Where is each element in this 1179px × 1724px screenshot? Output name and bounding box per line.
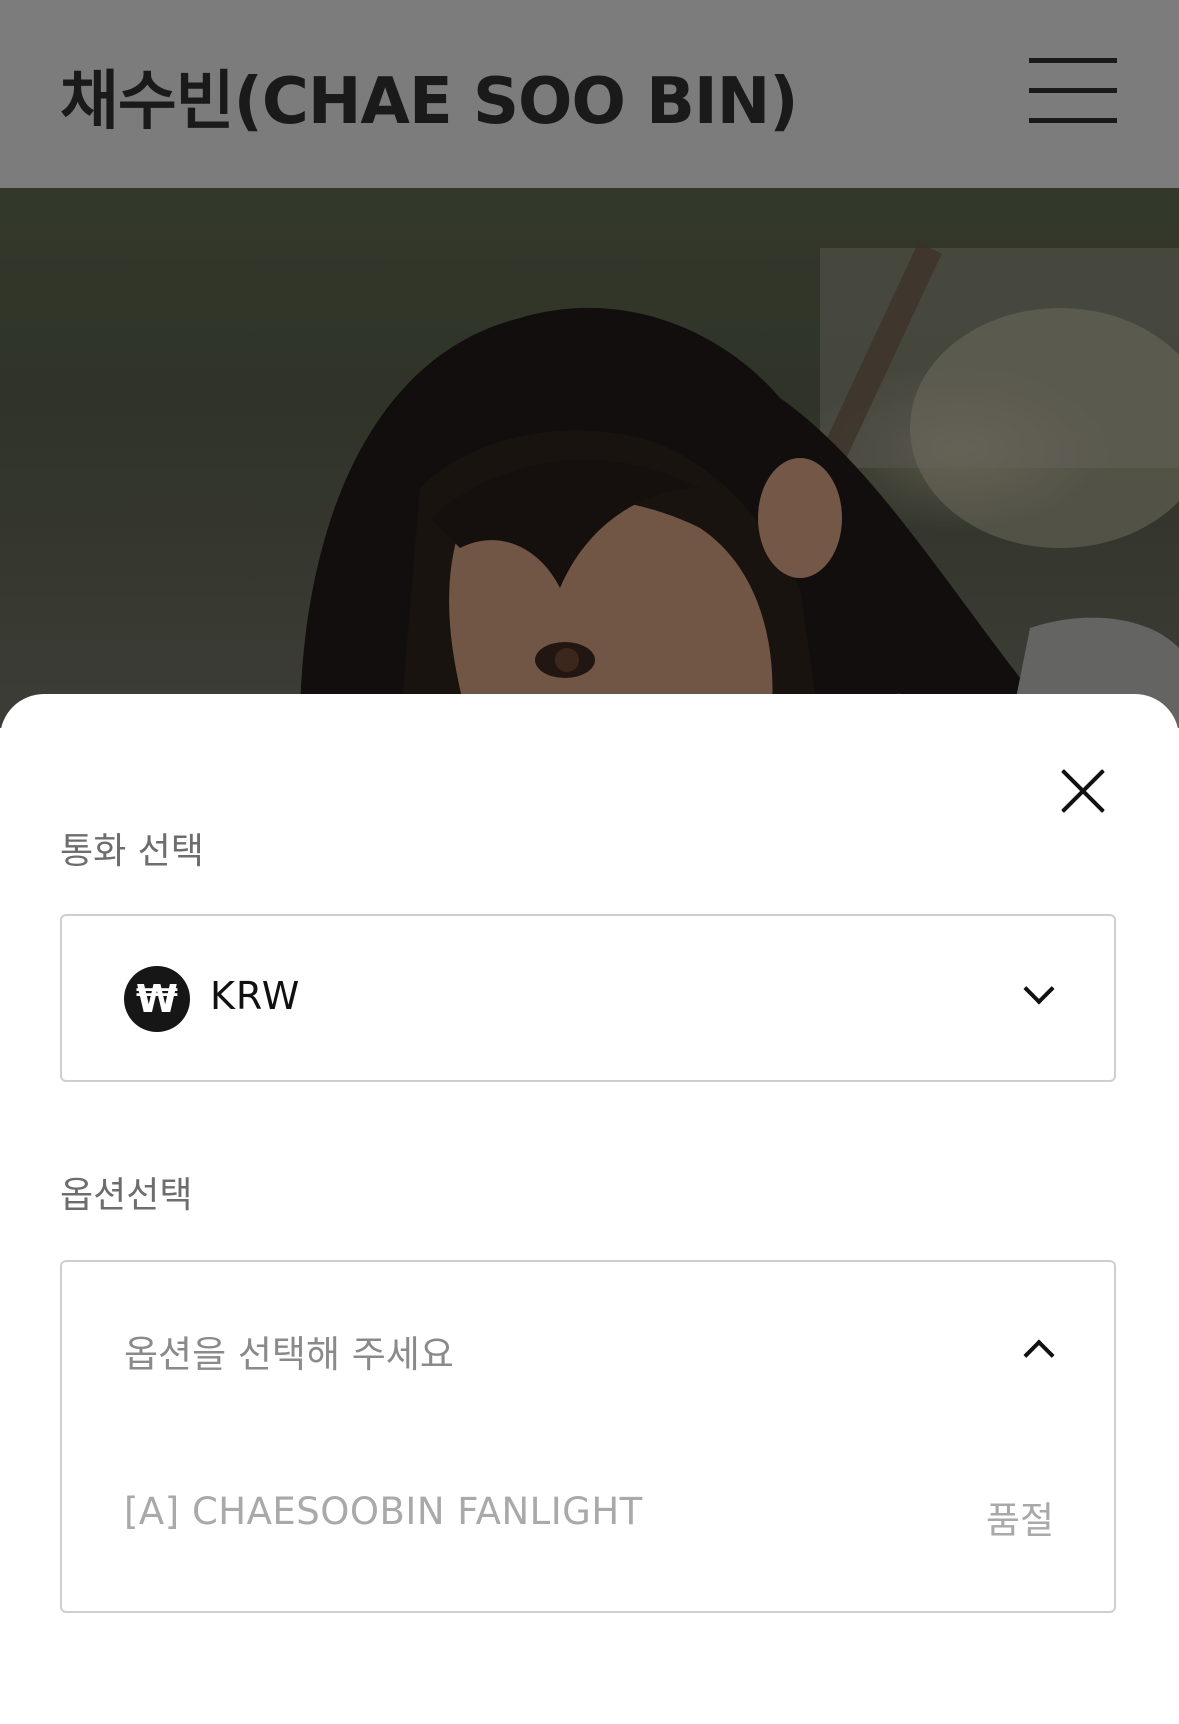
currency-select[interactable]: ₩ KRW [60, 914, 1116, 1082]
option-placeholder: 옵션을 선택해 주세요 [124, 1333, 454, 1376]
option-item-name: [A] CHAESOOBIN FANLIGHT [124, 1490, 643, 1533]
option-select-toggle[interactable]: 옵션을 선택해 주세요 [62, 1262, 1114, 1432]
option-select: 옵션을 선택해 주세요 [A] CHAESOOBIN FANLIGHT 품절 [60, 1260, 1116, 1613]
currency-label: 통화 선택 [60, 831, 204, 872]
won-currency-icon: ₩ [124, 966, 190, 1032]
artist-title: 채수빈(CHAE SOO BIN) [60, 65, 799, 139]
hero-dim-overlay [0, 188, 1179, 728]
chevron-up-icon [1023, 1339, 1055, 1371]
top-header: 채수빈(CHAE SOO BIN) [0, 0, 1179, 188]
option-item[interactable]: [A] CHAESOOBIN FANLIGHT 품절 [62, 1480, 1114, 1560]
hero-photo [0, 188, 1179, 728]
close-icon[interactable] [1052, 760, 1114, 822]
menu-line [1029, 88, 1117, 93]
chevron-down-icon [1023, 973, 1055, 1005]
currency-value: KRW [210, 974, 301, 1018]
option-label: 옵션선택 [60, 1175, 193, 1216]
sold-out-badge: 품절 [985, 1499, 1054, 1542]
hamburger-menu-icon[interactable] [1026, 56, 1120, 126]
menu-line [1029, 118, 1117, 123]
menu-line [1029, 58, 1117, 63]
